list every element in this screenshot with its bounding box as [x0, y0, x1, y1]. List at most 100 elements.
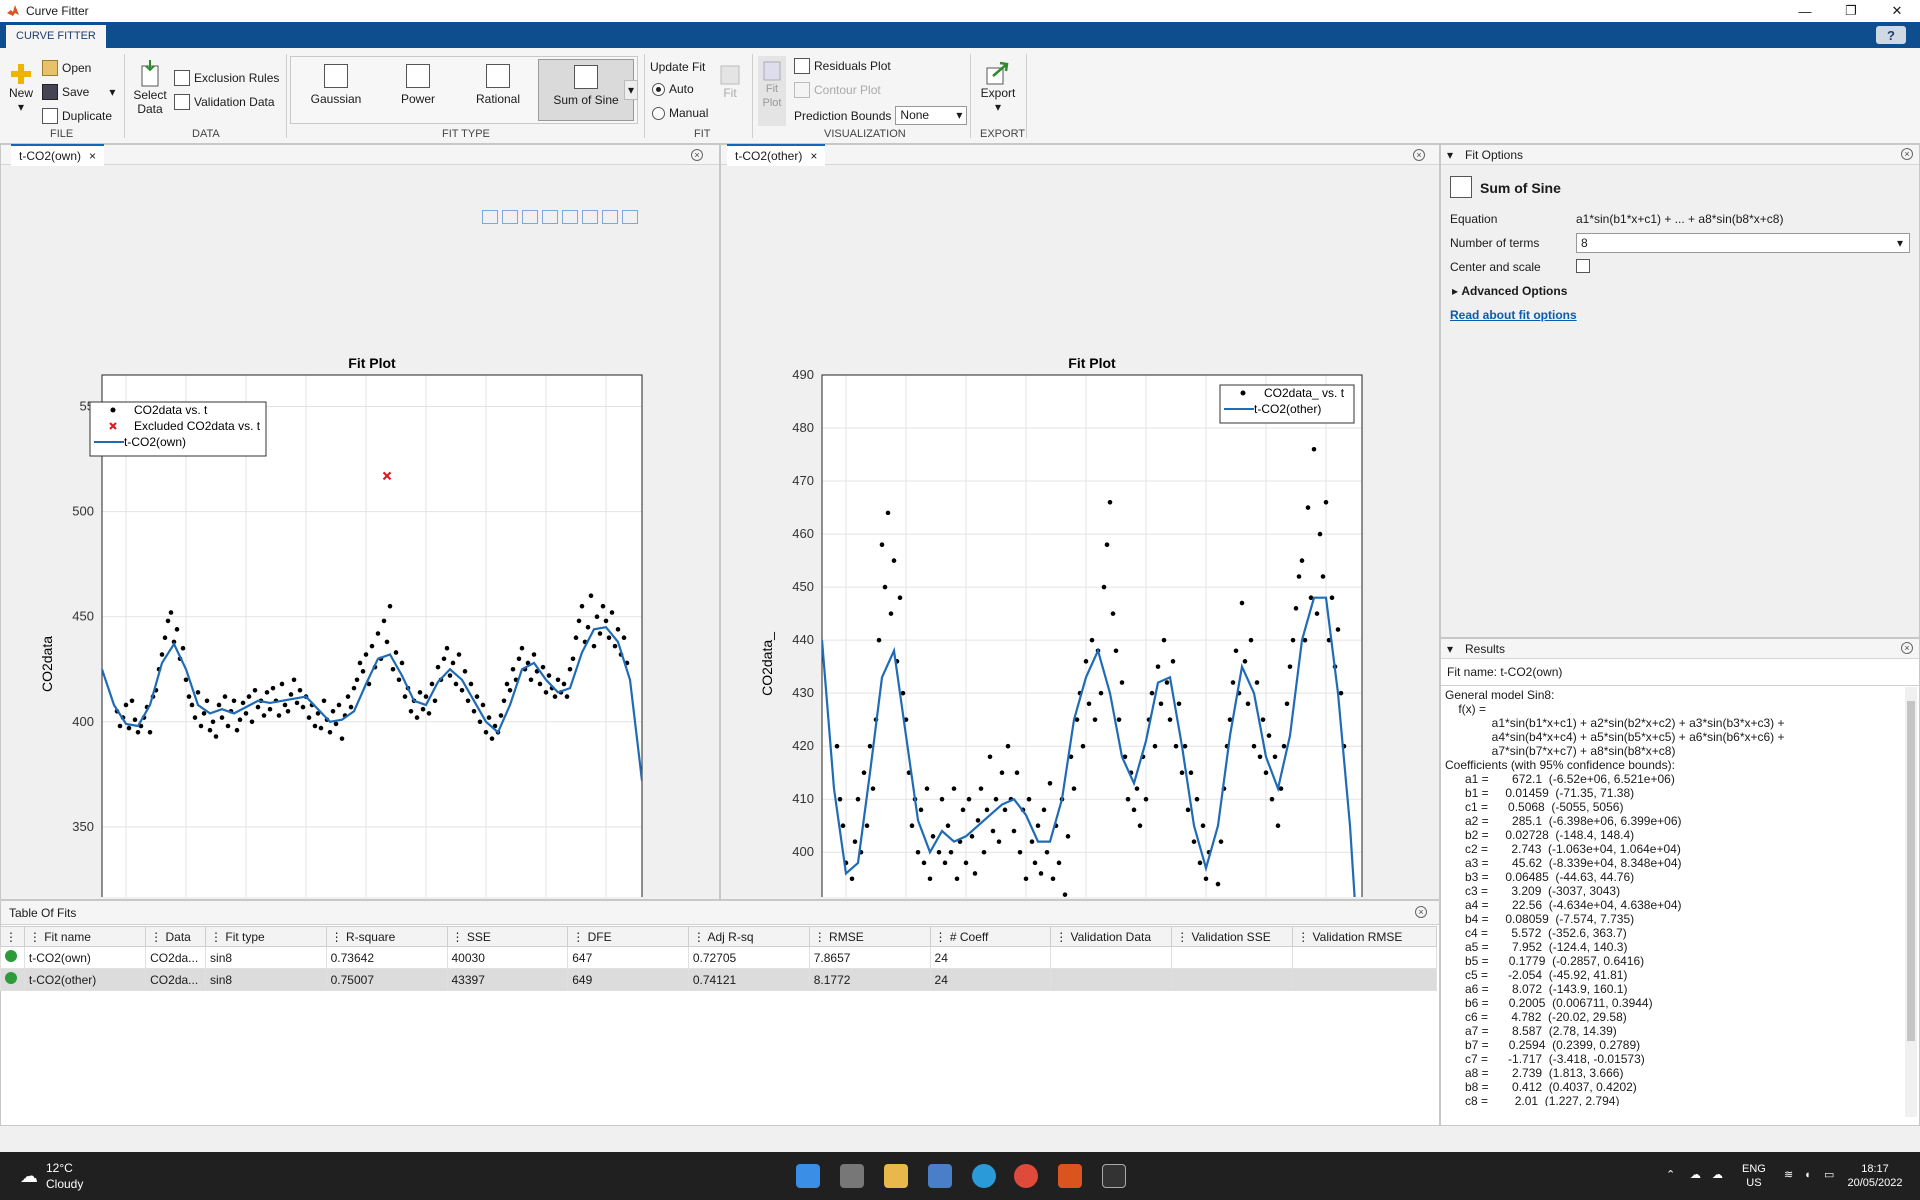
file-explorer-icon[interactable] — [884, 1164, 908, 1188]
close-icon[interactable]: × — [810, 146, 817, 166]
tab-t-co2-own[interactable]: t-CO2(own) × — [11, 144, 105, 166]
wifi-icon[interactable]: ≋ — [1784, 1168, 1793, 1182]
table-row[interactable]: t-CO2(other) CO2da... sin8 0.75007 43397 649 0… — [0, 968, 1437, 991]
power-button[interactable]: Power — [379, 59, 457, 121]
terms-dropdown[interactable]: 8 ▾ — [1576, 233, 1910, 253]
battery-icon[interactable]: ▭ — [1824, 1168, 1834, 1182]
zoom-in-icon[interactable] — [582, 210, 598, 224]
chevron-up-icon[interactable]: ⌃ — [1666, 1168, 1675, 1182]
data-point — [621, 635, 627, 641]
start-icon[interactable] — [796, 1164, 820, 1188]
close-panel-icon[interactable]: × — [1413, 149, 1425, 161]
home-icon[interactable] — [622, 210, 638, 224]
data-point — [1233, 648, 1239, 654]
close-panel-icon[interactable]: × — [1901, 148, 1913, 160]
cloud-icon[interactable]: ☁ — [1712, 1168, 1723, 1182]
data-point — [615, 627, 621, 632]
data-point — [351, 685, 357, 691]
grid-icon[interactable] — [502, 210, 518, 224]
close-panel-icon[interactable]: × — [691, 149, 703, 161]
column-header[interactable]: ⋮ R-square — [325, 926, 448, 947]
close-icon[interactable]: × — [89, 146, 96, 166]
zoom-out-icon[interactable] — [602, 210, 618, 224]
column-header[interactable]: ⋮ Fit name — [23, 926, 147, 947]
tab-t-co2-other[interactable]: t-CO2(other) × — [727, 144, 826, 166]
duplicate-button[interactable]: Duplicate — [42, 108, 112, 124]
fit-button[interactable]: Fit — [716, 64, 744, 100]
column-header[interactable]: ⋮ # Coeff — [929, 926, 1052, 947]
legend-icon[interactable] — [482, 210, 498, 224]
exclusion-icon — [174, 70, 190, 86]
speaker-icon[interactable]: ◖ — [1804, 1168, 1811, 1182]
edge-icon[interactable] — [972, 1164, 996, 1188]
gallery-expand-button[interactable]: ▾ — [624, 80, 638, 100]
center-scale-checkbox[interactable] — [1576, 259, 1590, 273]
language-indicator[interactable]: ENG US — [1742, 1162, 1766, 1190]
fit-options-header: ▾ Fit Options × — [1441, 145, 1919, 165]
data-point — [393, 650, 399, 655]
sum-of-sine-button[interactable]: Sum of Sine — [538, 59, 634, 121]
matlab-icon[interactable] — [1058, 1164, 1082, 1188]
maximize-icon[interactable]: ❐ — [1828, 0, 1874, 22]
prediction-bounds-dropdown[interactable]: None — [895, 106, 968, 125]
data-point — [390, 666, 396, 672]
select-data-button[interactable]: Select Data — [130, 60, 170, 116]
onedrive-icon[interactable]: ☁ — [1690, 1168, 1701, 1182]
left-fit-plot: 02040608010012014016030035040045050055Fi… — [39, 355, 643, 897]
tab-curve-fitter[interactable]: CURVE FITTER — [6, 25, 106, 48]
column-header[interactable]: ⋮ DFE — [567, 926, 689, 947]
new-button[interactable]: New ▾ — [6, 62, 36, 114]
weather-widget[interactable]: ☁ 12°C Cloudy — [20, 1160, 83, 1192]
collapse-icon[interactable]: ▾ — [1447, 642, 1453, 656]
data-point — [432, 698, 438, 704]
fit-plot-button[interactable]: Fit Plot — [758, 56, 786, 126]
column-header[interactable]: ⋮ Adj R-sq — [687, 926, 810, 947]
data-point — [243, 711, 249, 716]
epic-games-icon[interactable] — [1102, 1164, 1126, 1188]
store-icon[interactable] — [928, 1164, 952, 1188]
column-header[interactable]: ⋮ SSE — [446, 926, 569, 947]
export-button[interactable]: Export ▾ — [978, 60, 1018, 114]
chrome-icon[interactable] — [1014, 1164, 1038, 1188]
table-cell — [1292, 968, 1437, 991]
scroll-thumb[interactable] — [1907, 701, 1915, 1041]
fit-options-link[interactable]: Read about fit options — [1450, 308, 1577, 322]
data-point — [1026, 796, 1032, 802]
task-view-icon[interactable] — [840, 1164, 864, 1188]
results-scrollbar[interactable] — [1905, 687, 1917, 1117]
column-header[interactable]: ⋮ Fit type — [205, 926, 327, 947]
rational-button[interactable]: Rational — [459, 59, 537, 121]
collapse-icon[interactable]: ▾ — [1447, 148, 1453, 162]
minimize-icon[interactable]: — — [1782, 0, 1828, 22]
column-header[interactable]: ⋮ RMSE — [808, 926, 931, 947]
open-button[interactable]: Open — [42, 60, 91, 76]
column-header[interactable]: ⋮ Data — [145, 926, 207, 947]
save-button[interactable]: Save ▾ — [42, 84, 115, 100]
pan-icon[interactable] — [562, 210, 578, 224]
brush-icon[interactable] — [542, 210, 558, 224]
data-point — [1092, 717, 1098, 722]
advanced-options-toggle[interactable]: ▸ Advanced Options — [1452, 284, 1567, 298]
exclusion-rules-button[interactable]: Exclusion Rules — [174, 70, 279, 86]
data-tip-icon[interactable] — [522, 210, 538, 224]
help-icon[interactable]: ? — [1876, 26, 1906, 44]
manual-radio[interactable]: Manual — [652, 106, 708, 120]
column-header[interactable]: ⋮ Validation RMSE — [1292, 926, 1437, 947]
column-header[interactable]: ⋮ Validation SSE — [1171, 926, 1294, 947]
clock[interactable]: 18:17 20/05/2022 — [1840, 1162, 1910, 1190]
table-row[interactable]: t-CO2(own) CO2da... sin8 0.73642 40030 647 0.7… — [0, 946, 1437, 969]
column-header[interactable]: ⋮ Validation Data — [1050, 926, 1173, 947]
contour-plot-button[interactable]: Contour Plot — [794, 82, 881, 98]
status-icon — [0, 946, 25, 969]
right-fit-plot: 0204060801001201401603904004104204304404… — [759, 355, 1363, 897]
close-panel-icon[interactable]: × — [1901, 642, 1913, 654]
validation-data-button[interactable]: Validation Data — [174, 94, 275, 110]
power-label: Power — [400, 92, 435, 106]
residuals-plot-button[interactable]: Residuals Plot — [794, 58, 891, 74]
auto-radio[interactable]: Auto — [652, 82, 694, 96]
close-icon[interactable]: ✕ — [1874, 0, 1920, 22]
data-point — [345, 694, 351, 699]
gaussian-button[interactable]: Gaussian — [297, 59, 375, 121]
close-panel-icon[interactable]: × — [1415, 906, 1427, 918]
right-plot-panel: t-CO2(other)× × 020406080100120140160390… — [720, 144, 1440, 900]
